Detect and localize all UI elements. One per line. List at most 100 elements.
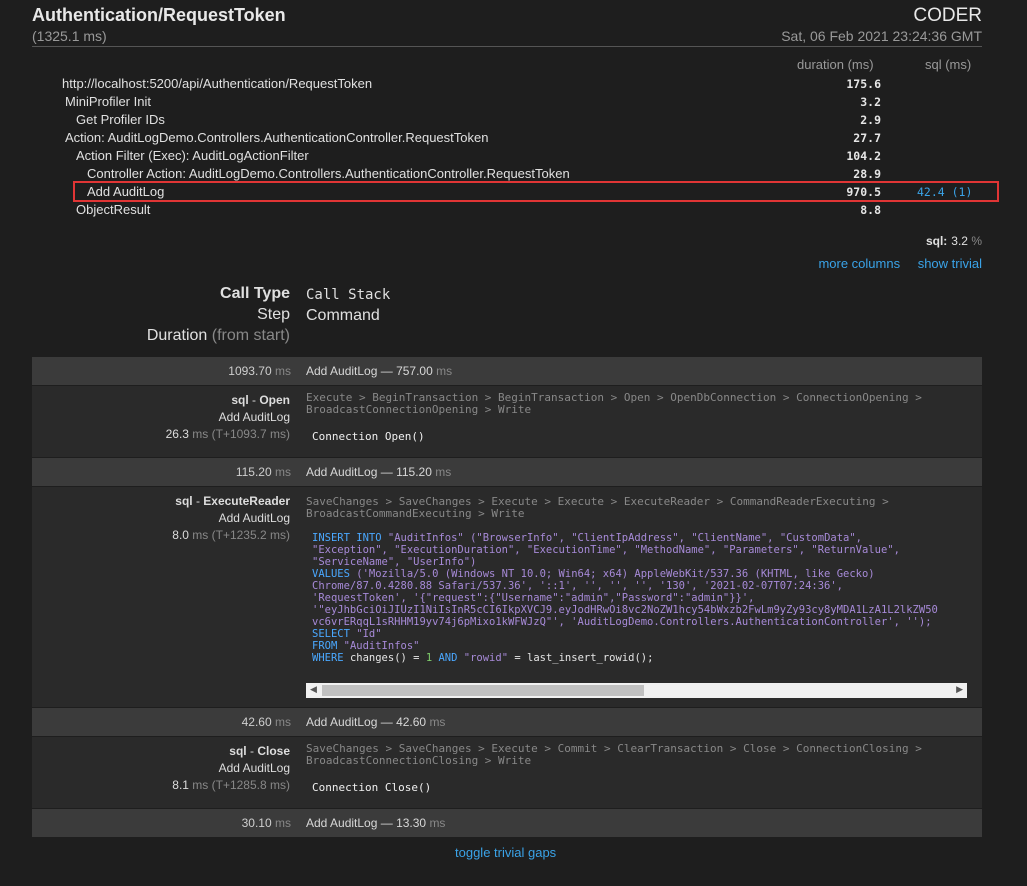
timing-duration: 2.9 bbox=[860, 113, 881, 127]
sql-keyword: INSERT INTO bbox=[312, 532, 382, 544]
scroll-right-arrow-icon[interactable]: ▶ bbox=[956, 684, 963, 695]
sql-keyword: AND bbox=[438, 652, 458, 664]
timing-row[interactable]: Action: AuditLogDemo.Controllers.Authent… bbox=[62, 130, 977, 148]
sql-keyword: WHERE bbox=[312, 652, 344, 664]
legend-duration: Duration (from start) bbox=[147, 327, 290, 345]
timing-label[interactable]: Get Profiler IDs bbox=[76, 112, 165, 127]
timing-label[interactable]: Action: AuditLogDemo.Controllers.Authent… bbox=[65, 130, 488, 145]
sql-call-duration: 8.1 bbox=[172, 778, 189, 792]
gap-duration: 115.20 ms bbox=[236, 465, 291, 479]
header-divider bbox=[32, 46, 982, 47]
sql-call-type: sql bbox=[229, 744, 247, 758]
timing-row[interactable]: ObjectResult 8.8 bbox=[62, 202, 977, 220]
legend-duration-label: Duration bbox=[146, 327, 208, 344]
sql-line: "Exception", "ExecutionDuration", "Execu… bbox=[312, 544, 900, 556]
timing-duration: 104.2 bbox=[846, 149, 881, 163]
sql-keyword: FROM bbox=[312, 640, 338, 652]
gap-name-unit: ms bbox=[436, 364, 453, 378]
gap-duration: 42.60 ms bbox=[242, 715, 291, 729]
scrollbar-thumb[interactable] bbox=[322, 685, 644, 696]
legend-step: Step bbox=[257, 306, 290, 323]
sql-call-row[interactable]: sql - Close Add AuditLog 8.1 ms (T+1285.… bbox=[32, 737, 982, 808]
sql-string: ('Mozilla/5.0 (Windows NT 10.0; Win64; x… bbox=[356, 568, 875, 580]
timing-duration: 3.2 bbox=[860, 95, 881, 109]
duration-column-header: duration (ms) bbox=[797, 57, 874, 72]
sql-text: = last_insert_rowid(); bbox=[514, 652, 654, 664]
scroll-left-arrow-icon[interactable]: ◀ bbox=[310, 684, 317, 695]
gap-ms-value: 42.60 bbox=[241, 715, 272, 729]
sql-line: 'RequestToken', '{"request":{"Username":… bbox=[312, 592, 755, 604]
timing-label[interactable]: ObjectResult bbox=[76, 202, 150, 217]
sql-call-type: sql bbox=[231, 393, 249, 407]
page-title: Authentication/RequestToken bbox=[32, 5, 286, 25]
profile-date: Sat, 06 Feb 2021 23:24:36 GMT bbox=[781, 28, 982, 44]
gap-name-text: Add AuditLog — 13.30 bbox=[306, 816, 427, 830]
gap-name: Add AuditLog — 115.20 ms bbox=[306, 465, 451, 479]
sql-call-duration: 26.3 bbox=[165, 427, 189, 441]
sql-call-op: ExecuteReader bbox=[203, 494, 290, 508]
sql-call-meta: sql - ExecuteReader Add AuditLog 8.0 ms … bbox=[172, 494, 290, 542]
gap-name-text: Add AuditLog — 757.00 bbox=[306, 364, 433, 378]
legend-command: Command bbox=[306, 307, 380, 324]
gap-ms-value: 30.10 bbox=[241, 816, 272, 830]
gap-name: Add AuditLog — 757.00 ms bbox=[306, 364, 452, 378]
gap-name-unit: ms bbox=[429, 816, 446, 830]
sql-call-from-start: ms (T+1235.2 ms) bbox=[192, 528, 290, 542]
gap-row[interactable]: 1093.70 ms Add AuditLog — 757.00 ms bbox=[32, 357, 982, 385]
sql-number: 1 bbox=[425, 652, 433, 664]
more-columns-link[interactable]: more columns bbox=[818, 256, 900, 271]
sql-call-step: Add AuditLog bbox=[218, 761, 290, 775]
sql-call-meta: sql - Close Add AuditLog 8.1 ms (T+1285.… bbox=[172, 744, 290, 792]
timing-label[interactable]: MiniProfiler Init bbox=[65, 94, 151, 109]
sql-call-row[interactable]: sql - ExecuteReader Add AuditLog 8.0 ms … bbox=[32, 487, 982, 707]
legend-from-start: (from start) bbox=[211, 327, 290, 344]
highlight-box bbox=[73, 181, 999, 202]
sql-keyword: SELECT bbox=[312, 628, 350, 640]
sql-string: ("BrowserInfo", "ClientIpAddress", "Clie… bbox=[470, 532, 862, 544]
sql-line: "ServiceName", "UserInfo") bbox=[312, 556, 477, 568]
sql-line: '"eyJhbGciOiJIUzI1NiIsInR5cCI6IkpXVCJ9.e… bbox=[312, 604, 938, 616]
sql-call-duration: 8.0 bbox=[172, 528, 189, 542]
horizontal-scrollbar[interactable]: ◀ ▶ bbox=[306, 683, 967, 698]
call-stack: SaveChanges > SaveChanges > Execute > Co… bbox=[306, 742, 922, 767]
sql-command: Connection Close() bbox=[312, 781, 432, 794]
timing-label[interactable]: Action Filter (Exec): AuditLogActionFilt… bbox=[76, 148, 309, 163]
table-links: more columns show trivial bbox=[804, 256, 982, 271]
gap-ms-unit: ms bbox=[275, 715, 291, 729]
show-trivial-link[interactable]: show trivial bbox=[918, 256, 982, 271]
call-stack: Execute > BeginTransaction > BeginTransa… bbox=[306, 391, 922, 416]
sql-command-code[interactable]: INSERT INTO "AuditInfos" ("BrowserInfo",… bbox=[306, 532, 967, 682]
gap-name-text: Add AuditLog — 42.60 bbox=[306, 715, 427, 729]
gap-ms-unit: ms bbox=[275, 465, 291, 479]
sql-percentage-label: sql: bbox=[925, 234, 948, 248]
gap-row[interactable]: 42.60 ms Add AuditLog — 42.60 ms bbox=[32, 708, 982, 736]
timing-row[interactable]: Get Profiler IDs 2.9 bbox=[62, 112, 977, 130]
timing-row[interactable]: Action Filter (Exec): AuditLogActionFilt… bbox=[62, 148, 977, 166]
gap-duration: 1093.70 ms bbox=[228, 364, 291, 378]
gap-ms-unit: ms bbox=[275, 816, 291, 830]
gap-name-unit: ms bbox=[429, 715, 446, 729]
gap-ms-value: 1093.70 bbox=[228, 364, 272, 378]
sql-call-op: Close bbox=[257, 744, 290, 758]
machine-name: CODER bbox=[913, 5, 982, 26]
sql-call-row[interactable]: sql - Open Add AuditLog 26.3 ms (T+1093.… bbox=[32, 386, 982, 457]
gap-name: Add AuditLog — 13.30 ms bbox=[306, 816, 445, 830]
sql-string: "AuditInfos" bbox=[387, 532, 464, 544]
gap-row[interactable]: 30.10 ms Add AuditLog — 13.30 ms bbox=[32, 809, 982, 837]
timing-duration: 8.8 bbox=[860, 203, 881, 217]
gap-row[interactable]: 115.20 ms Add AuditLog — 115.20 ms bbox=[32, 458, 982, 486]
sql-string: "rowid" bbox=[463, 652, 509, 664]
sql-call-meta: sql - Open Add AuditLog 26.3 ms (T+1093.… bbox=[165, 393, 290, 441]
sql-string: "Id" bbox=[356, 628, 382, 640]
legend-call-type: Call Type bbox=[220, 285, 290, 302]
gap-ms-value: 115.20 bbox=[235, 465, 272, 479]
sql-call-from-start: ms (T+1093.7 ms) bbox=[192, 427, 290, 441]
timing-label[interactable]: http://localhost:5200/api/Authentication… bbox=[62, 76, 372, 91]
total-duration: (1325.1 ms) bbox=[32, 28, 107, 44]
sql-call-step: Add AuditLog bbox=[218, 511, 290, 525]
timing-row[interactable]: MiniProfiler Init 3.2 bbox=[62, 94, 977, 112]
timing-label[interactable]: Controller Action: AuditLogDemo.Controll… bbox=[87, 166, 570, 181]
timing-row[interactable]: http://localhost:5200/api/Authentication… bbox=[62, 76, 977, 94]
toggle-trivial-gaps-link[interactable]: toggle trivial gaps bbox=[455, 845, 556, 860]
sql-call-from-start: ms (T+1285.8 ms) bbox=[192, 778, 290, 792]
